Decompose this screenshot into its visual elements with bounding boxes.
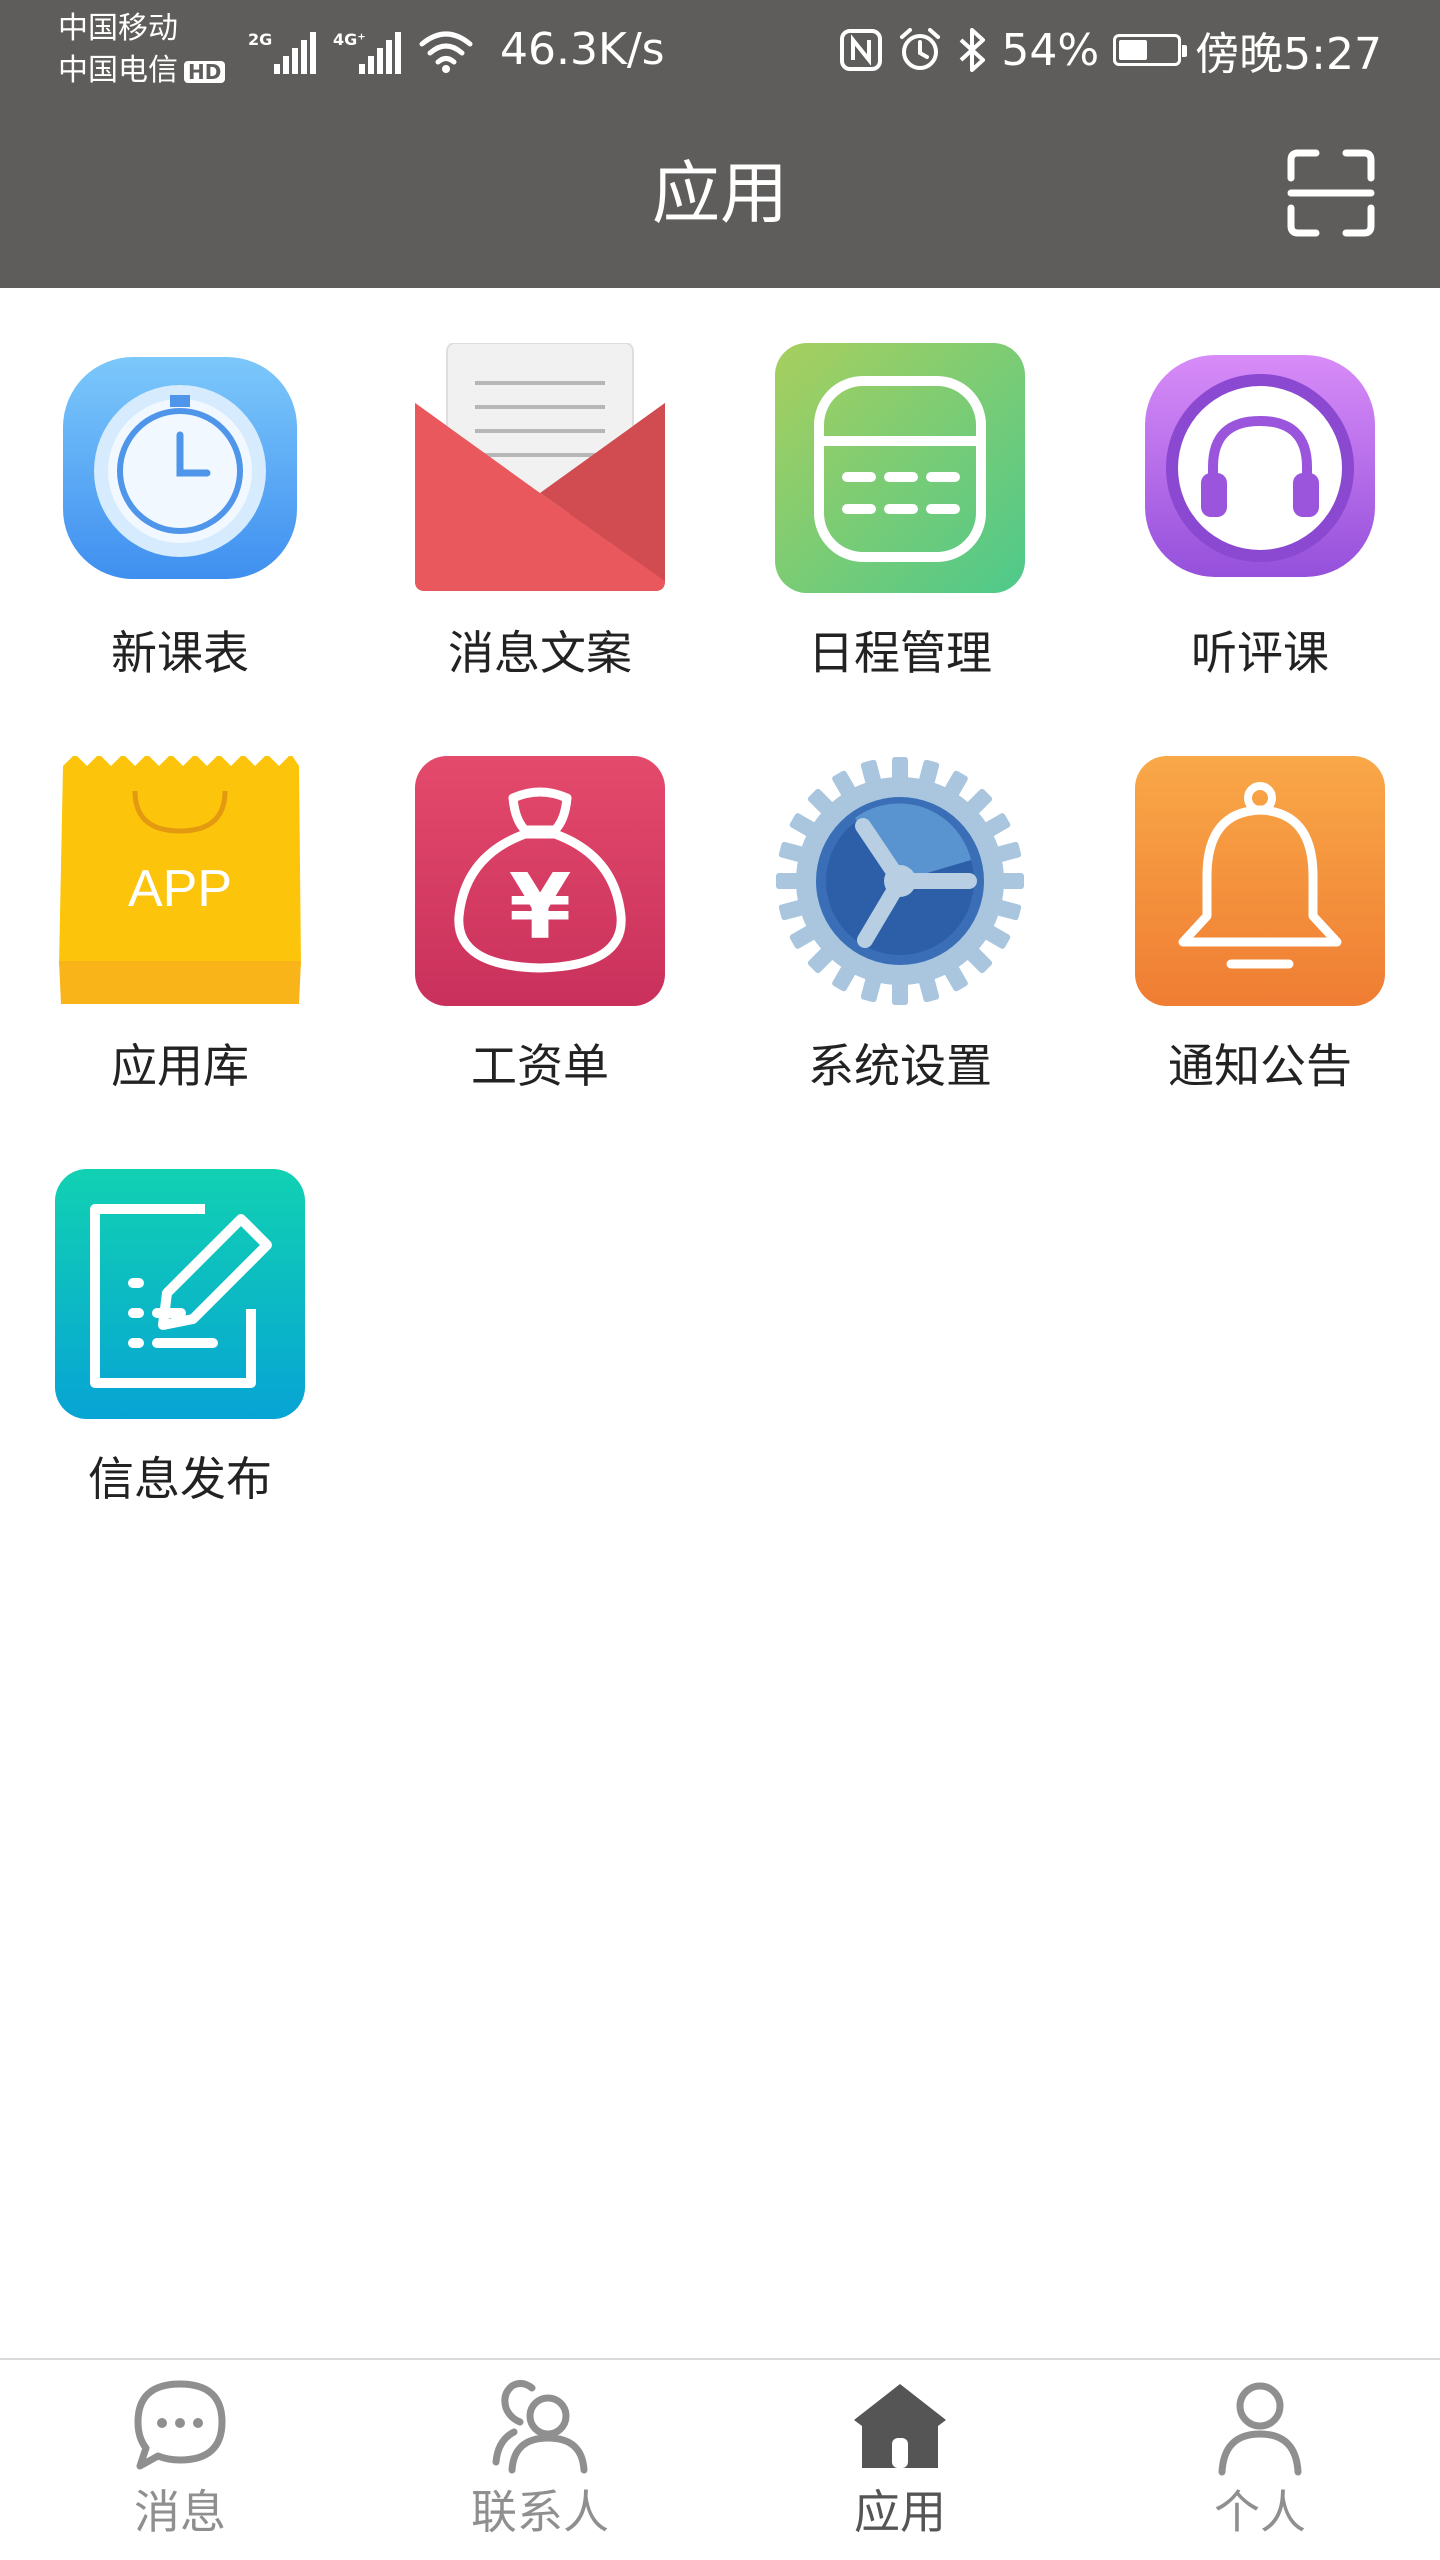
app-label: 消息文案 bbox=[448, 626, 632, 680]
app-tile-settings[interactable]: 系统设置 bbox=[720, 701, 1080, 1101]
page-title: 应用 bbox=[651, 155, 788, 234]
network-speed: 46.3K/s bbox=[500, 24, 665, 75]
bottom-nav: 消息 联系人 应用 个人 bbox=[0, 2358, 1440, 2560]
wifi-icon bbox=[419, 31, 473, 73]
stopwatch-icon bbox=[63, 357, 297, 579]
chat-bubble-icon bbox=[134, 2380, 226, 2470]
signal-strength-icon: 2G bbox=[248, 30, 319, 74]
calendar-icon bbox=[775, 343, 1025, 593]
app-tile-announcements[interactable]: 通知公告 bbox=[1080, 701, 1440, 1101]
scan-button[interactable] bbox=[1286, 148, 1376, 238]
app-tile-payslip[interactable]: ¥ 工资单 bbox=[360, 701, 720, 1101]
header-bar: 应用 bbox=[0, 100, 1440, 288]
clock: 傍晚5:27 bbox=[1195, 29, 1382, 80]
alarm-icon bbox=[900, 28, 941, 70]
nav-label: 联系人 bbox=[471, 2485, 609, 2539]
nav-label: 消息 bbox=[134, 2485, 226, 2539]
app-tile-calendar[interactable]: 日程管理 bbox=[720, 288, 1080, 688]
nav-tab-messages[interactable]: 消息 bbox=[0, 2360, 360, 2560]
signal-1-tag: 2G bbox=[248, 30, 273, 49]
app-bag-icon: APP bbox=[59, 756, 301, 1004]
signal-indicators: 2G 4G⁺ bbox=[248, 22, 474, 74]
money-bag-icon: ¥ bbox=[415, 756, 665, 1006]
battery-icon bbox=[1113, 34, 1188, 66]
app-bag-text: APP bbox=[128, 860, 232, 918]
app-label: 通知公告 bbox=[1168, 1039, 1352, 1093]
carrier-2: 中国电信 bbox=[58, 53, 178, 88]
app-tile-lecture-review[interactable]: 听评课 bbox=[1080, 288, 1440, 688]
nav-label: 个人 bbox=[1214, 2485, 1306, 2539]
carrier-1: 中国移动 bbox=[58, 11, 178, 46]
app-label: 日程管理 bbox=[808, 626, 992, 680]
app-label: 信息发布 bbox=[88, 1452, 272, 1506]
edit-note-icon bbox=[55, 1169, 305, 1419]
bluetooth-icon bbox=[960, 28, 986, 72]
bell-icon bbox=[1135, 756, 1385, 1006]
status-right: 54% 傍晚5:27 bbox=[825, 22, 1382, 80]
signal-2-tag: 4G⁺ bbox=[333, 30, 366, 49]
nav-tab-profile[interactable]: 个人 bbox=[1080, 2360, 1440, 2560]
hd-badge: HD bbox=[184, 60, 226, 83]
gear-icon bbox=[776, 757, 1024, 1005]
app-label: 应用库 bbox=[111, 1039, 249, 1093]
app-label: 新课表 bbox=[111, 626, 249, 680]
app-tile-publish[interactable]: 信息发布 bbox=[0, 1114, 360, 1514]
app-label: 工资单 bbox=[471, 1039, 609, 1093]
app-tile-message-copy[interactable]: 消息文案 bbox=[360, 288, 720, 688]
battery-percent: 54% bbox=[1001, 24, 1100, 76]
carrier-info: 中国移动 中国电信 HD bbox=[58, 8, 226, 92]
currency-symbol: ¥ bbox=[509, 855, 572, 960]
nav-tab-contacts[interactable]: 联系人 bbox=[360, 2360, 720, 2560]
headphones-icon bbox=[1145, 355, 1375, 577]
signal-strength-icon: 4G⁺ bbox=[333, 30, 404, 74]
status-bar: 中国移动 中国电信 HD 2G 4G⁺ 46.3K/s 54% 傍晚5:27 bbox=[0, 0, 1440, 100]
app-label: 听评课 bbox=[1191, 626, 1329, 680]
nav-label: 应用 bbox=[854, 2485, 946, 2539]
app-tile-app-library[interactable]: APP 应用库 bbox=[0, 701, 360, 1101]
envelope-icon bbox=[415, 343, 665, 591]
scan-icon bbox=[1287, 149, 1375, 237]
app-tile-schedule[interactable]: 新课表 bbox=[0, 288, 360, 688]
nfc-icon bbox=[840, 29, 883, 71]
nav-tab-apps[interactable]: 应用 bbox=[720, 2360, 1080, 2560]
app-label: 系统设置 bbox=[808, 1039, 992, 1093]
person-icon bbox=[1218, 2382, 1302, 2476]
home-icon bbox=[854, 2384, 946, 2468]
contacts-icon bbox=[492, 2379, 588, 2474]
